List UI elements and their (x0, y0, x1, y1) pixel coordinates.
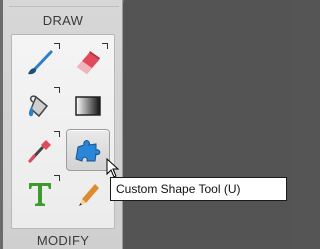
custom-shape-tool-button[interactable] (66, 129, 110, 171)
pencil-icon (79, 184, 99, 206)
eyedropper-tool-button[interactable] (18, 129, 62, 171)
canvas-area[interactable] (124, 0, 293, 249)
draw-tools-group (11, 34, 115, 229)
draw-section-header: DRAW (42, 13, 84, 28)
tool-tooltip: Custom Shape Tool (U) (110, 177, 287, 201)
pencil-tool-button[interactable] (66, 173, 110, 215)
tools-panel: DRAW MODIFY (3, 0, 123, 249)
modify-section-header: MODIFY (36, 233, 90, 248)
type-tool-button[interactable] (18, 173, 62, 215)
gradient-icon (75, 96, 101, 116)
eraser-tool-button[interactable] (66, 41, 110, 83)
puzzle-piece-icon (75, 140, 101, 162)
submenu-corner-indicator (102, 43, 108, 49)
eyedropper-icon (28, 140, 51, 163)
brush-icon (28, 50, 53, 75)
type-t-icon (29, 183, 51, 206)
paint-bucket-icon (28, 95, 49, 118)
submenu-corner-indicator (54, 175, 60, 181)
gradient-tool-button[interactable] (66, 85, 110, 127)
submenu-corner-indicator (54, 131, 60, 137)
submenu-corner-indicator (54, 87, 60, 93)
paint-bucket-tool-button[interactable] (18, 85, 62, 127)
brush-tool-button[interactable] (18, 41, 62, 83)
submenu-corner-indicator (54, 43, 60, 49)
mouse-cursor-icon (106, 158, 120, 178)
panel-divider (9, 6, 119, 7)
eraser-icon (77, 51, 100, 74)
